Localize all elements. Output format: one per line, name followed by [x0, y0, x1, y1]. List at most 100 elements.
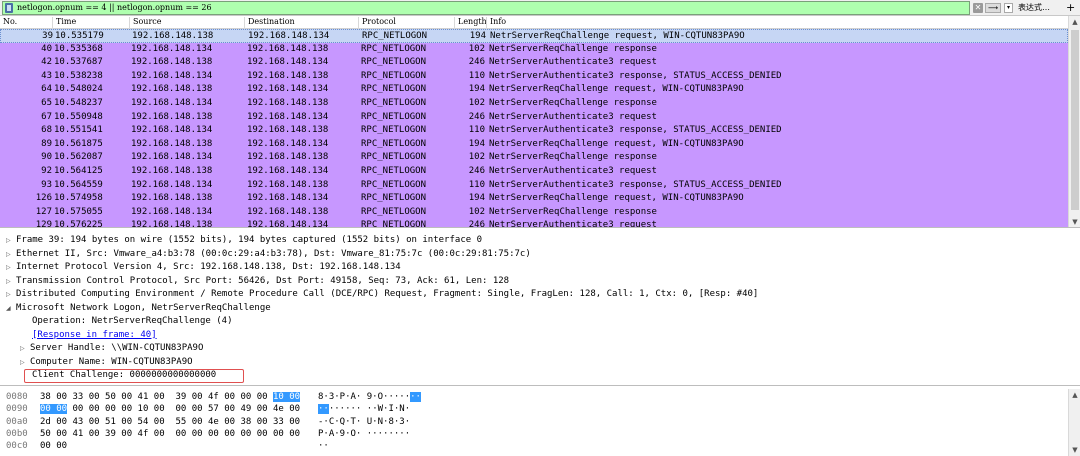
cell-no: 129	[35, 220, 52, 228]
cell-length: 194	[468, 84, 485, 95]
cell-info: NetrServerAuthenticate3 response, STATUS…	[489, 70, 782, 81]
cell-length: 246	[468, 111, 485, 122]
recent-filters-dropdown[interactable]: ▾	[1004, 3, 1013, 13]
hex-dump[interactable]: 2d 00 43 00 51 00 54 00 55 00 4e 00 38 0…	[40, 417, 300, 427]
clear-filter-button[interactable]: ✕	[973, 3, 983, 13]
bytes-row[interactable]: 00b0 50 00 41 00 39 00 4f 00 00 00 00 00 …	[6, 429, 1066, 441]
tree-item-tcp[interactable]: ▷ Transmission Control Protocol, Src Port…	[6, 276, 509, 289]
byte-offset: 0080	[6, 392, 28, 402]
cell-length: 194	[468, 138, 485, 149]
collapse-arrow-icon[interactable]: ◢	[6, 305, 16, 312]
add-filter-button[interactable]: +	[1066, 1, 1075, 14]
scroll-up-icon[interactable]: ▲	[1069, 389, 1080, 401]
field-operation[interactable]: Operation: NetrServerReqChallenge (4)	[32, 316, 232, 329]
cell-time: 10.561875	[54, 138, 103, 149]
expand-arrow-icon[interactable]: ▷	[6, 278, 16, 285]
cell-source: 192.168.148.134	[131, 206, 213, 217]
expression-button[interactable]: 表达式…	[1018, 2, 1050, 13]
scroll-down-icon[interactable]: ▼	[1069, 444, 1080, 456]
tree-item-server-handle[interactable]: ▷ Server Handle: \\WIN-CQTUN83PA9O	[20, 343, 203, 356]
cell-info: NetrServerReqChallenge response	[489, 206, 657, 217]
column-header-destination[interactable]: Destination	[244, 17, 358, 29]
expand-arrow-icon[interactable]: ▷	[6, 291, 16, 298]
bytes-row[interactable]: 0090 00 00 00 00 00 00 10 00 00 00 57 00 …	[6, 404, 1066, 416]
hex-dump[interactable]: 38 00 33 00 50 00 41 00 39 00 4f 00 00 0…	[40, 392, 301, 402]
expand-arrow-icon[interactable]: ▷	[6, 264, 16, 271]
cell-time: 10.551541	[54, 125, 103, 136]
tree-item-frame[interactable]: ▷ Frame 39: 194 bytes on wire (1552 bits)…	[6, 235, 482, 248]
bookmark-icon[interactable]	[5, 3, 13, 13]
packet-row[interactable]: 92 10.564125 192.168.148.138 192.168.148.13…	[0, 164, 1068, 179]
cell-info: NetrServerAuthenticate3 request	[489, 220, 657, 228]
byte-offset: 00a0	[6, 416, 28, 427]
packet-list-scrollbar[interactable]: ▲ ▼	[1068, 16, 1080, 227]
packet-row[interactable]: 89 10.561875 192.168.148.138 192.168.148.13…	[0, 137, 1068, 152]
hex-dump[interactable]: 00 00	[40, 441, 67, 451]
expand-arrow-icon[interactable]: ▷	[6, 251, 16, 258]
cell-no: 68	[41, 125, 52, 136]
packet-row[interactable]: 68 10.551541 192.168.148.134 192.168.148.13…	[0, 124, 1068, 138]
scroll-down-icon[interactable]: ▼	[1069, 216, 1080, 227]
expand-arrow-icon[interactable]: ▷	[20, 359, 30, 366]
bytes-row[interactable]: 00c0 00 00 ··	[6, 441, 1066, 453]
packet-row[interactable]: 64 10.548024 192.168.148.138 192.168.148.13…	[0, 83, 1068, 97]
cell-destination: 192.168.148.134	[247, 84, 329, 95]
tree-item-ip[interactable]: ▷ Internet Protocol Version 4, Src: 192.1…	[6, 262, 401, 275]
tree-item-ethernet[interactable]: ▷ Ethernet II, Src: Vmware_a4:b3:78 (00:0…	[6, 249, 531, 262]
ascii-dump[interactable]: ··	[318, 441, 329, 451]
response-frame-link[interactable]: [Response in frame: 40]	[32, 330, 157, 343]
filter-expression-text[interactable]: netlogon.opnum == 4 || netlogon.opnum ==…	[17, 3, 212, 12]
packet-row[interactable]: 126 10.574958 192.168.148.138 192.168.148.1…	[0, 192, 1068, 206]
column-header-no[interactable]: No.	[0, 17, 52, 29]
scrollbar-thumb[interactable]	[1071, 30, 1079, 210]
scroll-up-icon[interactable]: ▲	[1069, 16, 1080, 28]
ascii-dump[interactable]: 8·3·P·A· 9·O·······	[318, 392, 421, 402]
expand-arrow-icon[interactable]: ▷	[6, 237, 16, 244]
packet-list-header: No. Time Source Destination Protocol Len…	[0, 16, 1068, 29]
cell-no: 90	[41, 152, 52, 163]
ascii-bytes: -·C·Q·T· U·N·8·3·	[318, 416, 411, 427]
packet-row[interactable]: 42 10.537687 192.168.148.138 192.168.148.13…	[0, 56, 1068, 70]
bytes-row[interactable]: 00a0 2d 00 43 00 51 00 54 00 55 00 4e 00 …	[6, 417, 1066, 429]
cell-source: 192.168.148.138	[131, 57, 213, 68]
tree-item-dcerpc[interactable]: ▷ Distributed Computing Environment / Rem…	[6, 289, 758, 302]
bytes-row[interactable]: 0080 38 00 33 00 50 00 41 00 39 00 4f 00 …	[6, 392, 1066, 404]
cell-protocol: RPC_NETLOGON	[362, 31, 428, 41]
tree-item-computer-name[interactable]: ▷ Computer Name: WIN-CQTUN83PA9O	[20, 357, 193, 370]
column-header-source[interactable]: Source	[129, 17, 244, 29]
column-header-protocol[interactable]: Protocol	[358, 17, 454, 29]
hex-bytes: 00 00	[40, 441, 68, 452]
packet-row[interactable]: 40 10.535368 192.168.148.134 192.168.148.13…	[0, 42, 1068, 57]
cell-info: NetrServerAuthenticate3 response, STATUS…	[489, 179, 782, 190]
apply-filter-button[interactable]: ⟶	[985, 3, 1001, 13]
display-filter-input[interactable]: netlogon.opnum == 4 || netlogon.opnum ==…	[2, 1, 970, 15]
cell-info: NetrServerReqChallenge request, WIN-CQTU…	[489, 84, 744, 95]
cell-time: 10.535179	[55, 31, 104, 41]
display-filter-toolbar: netlogon.opnum == 4 || netlogon.opnum ==…	[0, 0, 1080, 16]
packet-row[interactable]: 43 10.538238 192.168.148.134 192.168.148.13…	[0, 69, 1068, 84]
hex-dump[interactable]: 50 00 41 00 39 00 4f 00 00 00 00 00 00 0…	[40, 429, 300, 439]
hex-dump[interactable]: 00 00 00 00 00 00 10 00 00 00 57 00 49 0…	[40, 404, 300, 415]
cell-no: 40	[41, 43, 52, 54]
cell-time: 10.535368	[54, 43, 103, 54]
ascii-dump[interactable]: ········ ··W·I·N·	[318, 404, 410, 415]
packet-row[interactable]: 93 10.564559 192.168.148.134 192.168.148.13…	[0, 178, 1068, 193]
ascii-dump[interactable]: P·A·9·O· ········	[318, 429, 410, 439]
packet-row[interactable]: 127 10.575055 192.168.148.134 192.168.148.1…	[0, 205, 1068, 220]
ascii-dump[interactable]: -·C·Q·T· U·N·8·3·	[318, 417, 410, 427]
packet-row[interactable]: 65 10.548237 192.168.148.134 192.168.148.13…	[0, 96, 1068, 111]
packet-row-selected[interactable]: 39 10.535179 192.168.148.138 192.168.148.13…	[0, 29, 1068, 43]
bytes-scrollbar[interactable]: ▲ ▼	[1068, 389, 1080, 456]
column-header-length[interactable]: Length	[454, 17, 487, 29]
packet-row[interactable]: 90 10.562087 192.168.148.134 192.168.148.13…	[0, 151, 1068, 165]
cell-time: 10.564125	[54, 165, 103, 176]
column-header-info[interactable]: Info	[486, 17, 1068, 29]
column-header-time[interactable]: Time	[52, 17, 130, 29]
tree-item-netlogon[interactable]: ◢ Microsoft Network Logon, NetrServerReqC…	[6, 303, 271, 316]
expand-arrow-icon[interactable]: ▷	[20, 345, 30, 352]
cell-no: 126	[35, 193, 52, 204]
packet-row[interactable]: 129 10.576225 192.168.148.138 192.168.148.1…	[0, 219, 1068, 228]
cell-protocol: RPC_NETLOGON	[361, 84, 427, 95]
packet-row[interactable]: 67 10.550948 192.168.148.138 192.168.148.13…	[0, 110, 1068, 125]
packet-rows: 39 10.535179 192.168.148.138 192.168.148.13…	[0, 29, 1068, 228]
